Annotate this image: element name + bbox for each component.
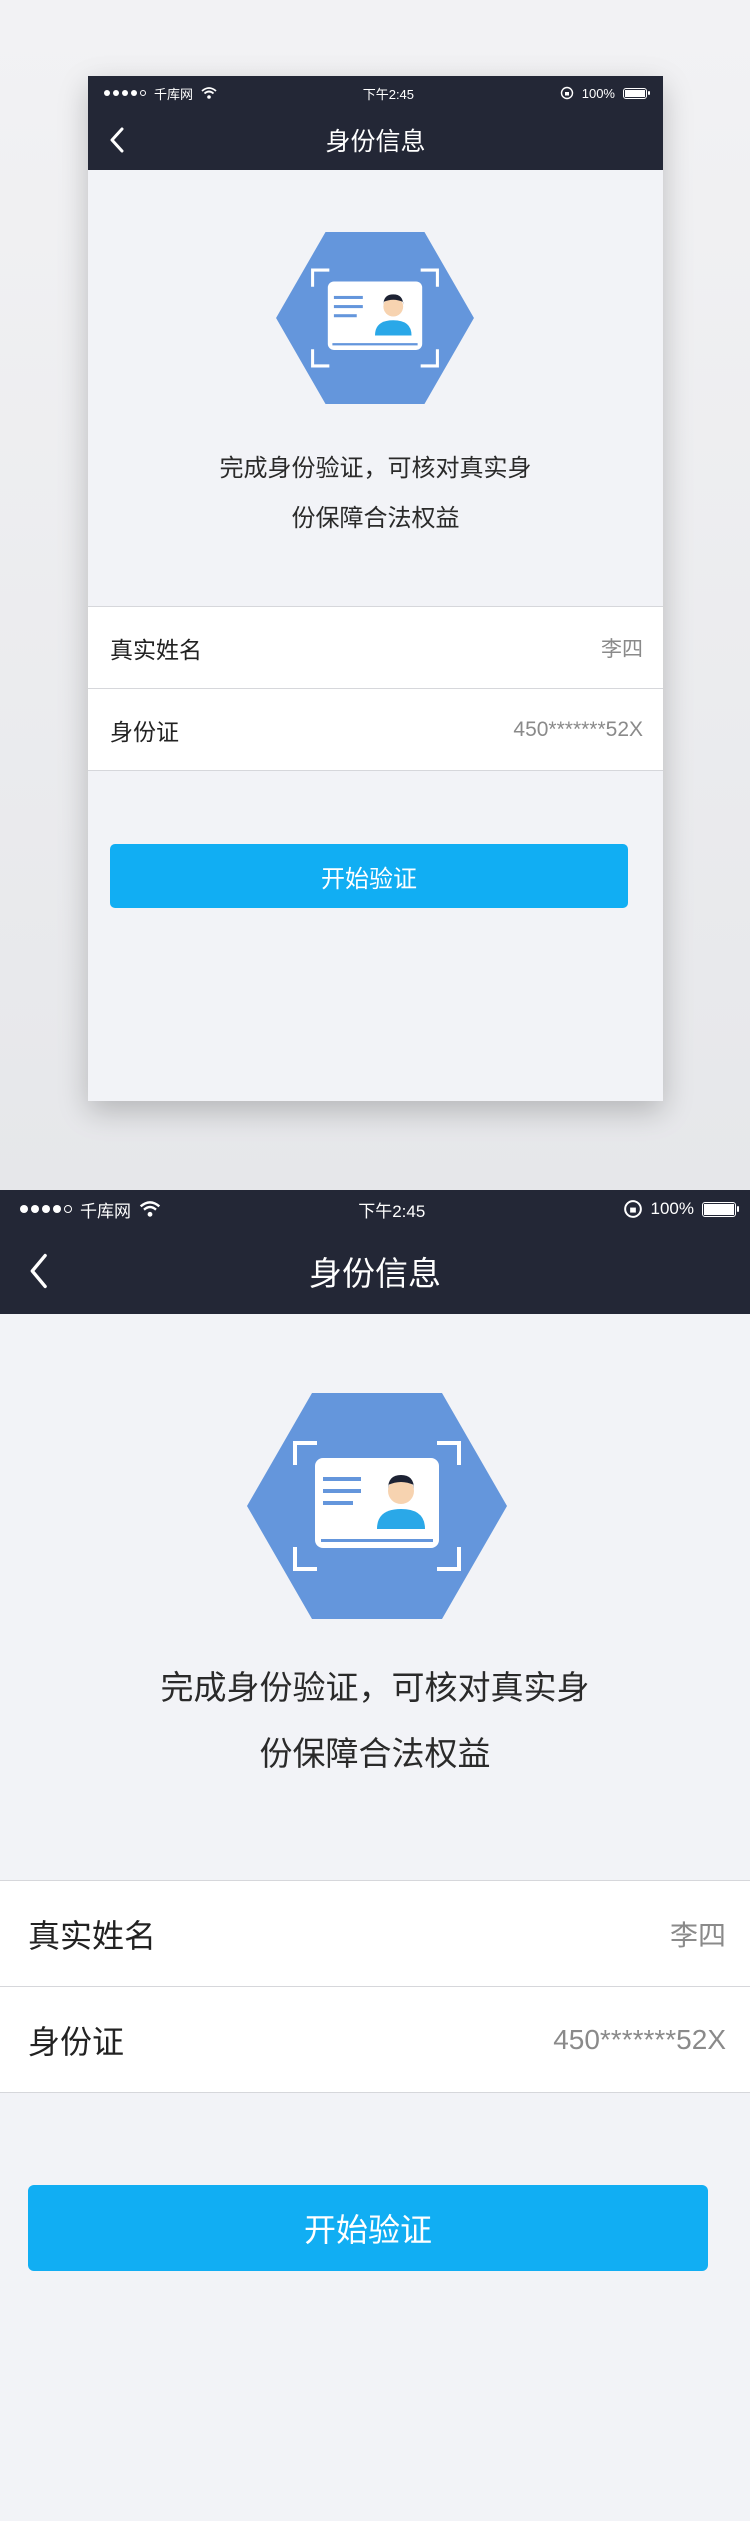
id-number-label: 身份证 — [28, 2023, 125, 2060]
carrier-label: 千库网 — [80, 1201, 131, 1221]
info-list: 真实姓名 李四 身份证 450*******52X — [0, 1880, 750, 2093]
battery-icon — [701, 1201, 739, 1217]
back-icon[interactable] — [104, 124, 132, 156]
name-label: 真实姓名 — [28, 1917, 157, 1954]
time-label: 下午2:45 — [358, 1201, 426, 1221]
nav-bar: 身份信息 — [88, 110, 663, 170]
battery-icon — [622, 87, 650, 99]
description-line-1: 完成身份验证，可核对真实身 — [160, 1669, 590, 1706]
info-list: 真实姓名 李四 身份证 450*******52X — [88, 606, 663, 771]
id-card-illustration — [247, 1393, 507, 1619]
start-verification-button[interactable]: 开始验证 — [28, 2185, 708, 2271]
battery-level — [624, 89, 645, 97]
start-verification-button[interactable]: 开始验证 — [110, 844, 628, 908]
description: 完成身份验证，可核对真实身 份保障合法权益 — [60, 1655, 690, 1787]
id-number-label: 身份证 — [110, 718, 179, 745]
orientation-lock-icon — [560, 86, 573, 100]
id-number-row[interactable]: 身份证 450*******52X — [0, 1987, 750, 2093]
back-icon[interactable] — [22, 1248, 58, 1294]
wifi-icon — [139, 1201, 161, 1217]
name-value: 李四 — [601, 637, 643, 661]
id-number-value: 450*******52X — [553, 2023, 726, 2055]
wifi-icon — [201, 87, 217, 99]
name-label: 真实姓名 — [110, 636, 202, 663]
status-bar: 千库网 下午2:45 100% — [88, 76, 663, 110]
id-number-row[interactable]: 身份证 450*******52X — [88, 689, 663, 771]
description-line-2: 份保障合法权益 — [291, 505, 460, 532]
orientation-lock-icon — [623, 1200, 642, 1218]
time-label: 下午2:45 — [362, 86, 415, 102]
nav-bar: 身份信息 — [0, 1228, 750, 1314]
signal-icon — [20, 1205, 72, 1213]
id-number-value: 450*******52X — [513, 717, 643, 741]
status-bar: 千库网 下午2:45 100% — [0, 1190, 750, 1228]
name-row[interactable]: 真实姓名 李四 — [0, 1881, 750, 1987]
page-title: 身份信息 — [325, 128, 426, 156]
preview-screen: 千库网 下午2:45 100% 身份信息 完成身份验证，可核对真实身 份保障合法… — [88, 76, 663, 1101]
id-card-illustration — [276, 232, 474, 404]
full-screen: 千库网 下午2:45 100% 身份信息 完成身份验证，可核对真实身 份保障合法… — [0, 1190, 750, 2521]
description-line-2: 份保障合法权益 — [259, 1735, 491, 1772]
battery-percent: 100% — [650, 1199, 694, 1218]
carrier-label: 千库网 — [154, 86, 194, 102]
signal-icon — [104, 90, 146, 96]
name-value: 李四 — [669, 1919, 726, 1951]
description: 完成身份验证，可核对真实身 份保障合法权益 — [128, 444, 623, 544]
battery-percent: 100% — [581, 85, 615, 101]
battery-level — [703, 1203, 734, 1215]
description-line-1: 完成身份验证，可核对真实身 — [219, 455, 532, 482]
name-row[interactable]: 真实姓名 李四 — [88, 607, 663, 689]
page-title: 身份信息 — [309, 1255, 441, 1292]
